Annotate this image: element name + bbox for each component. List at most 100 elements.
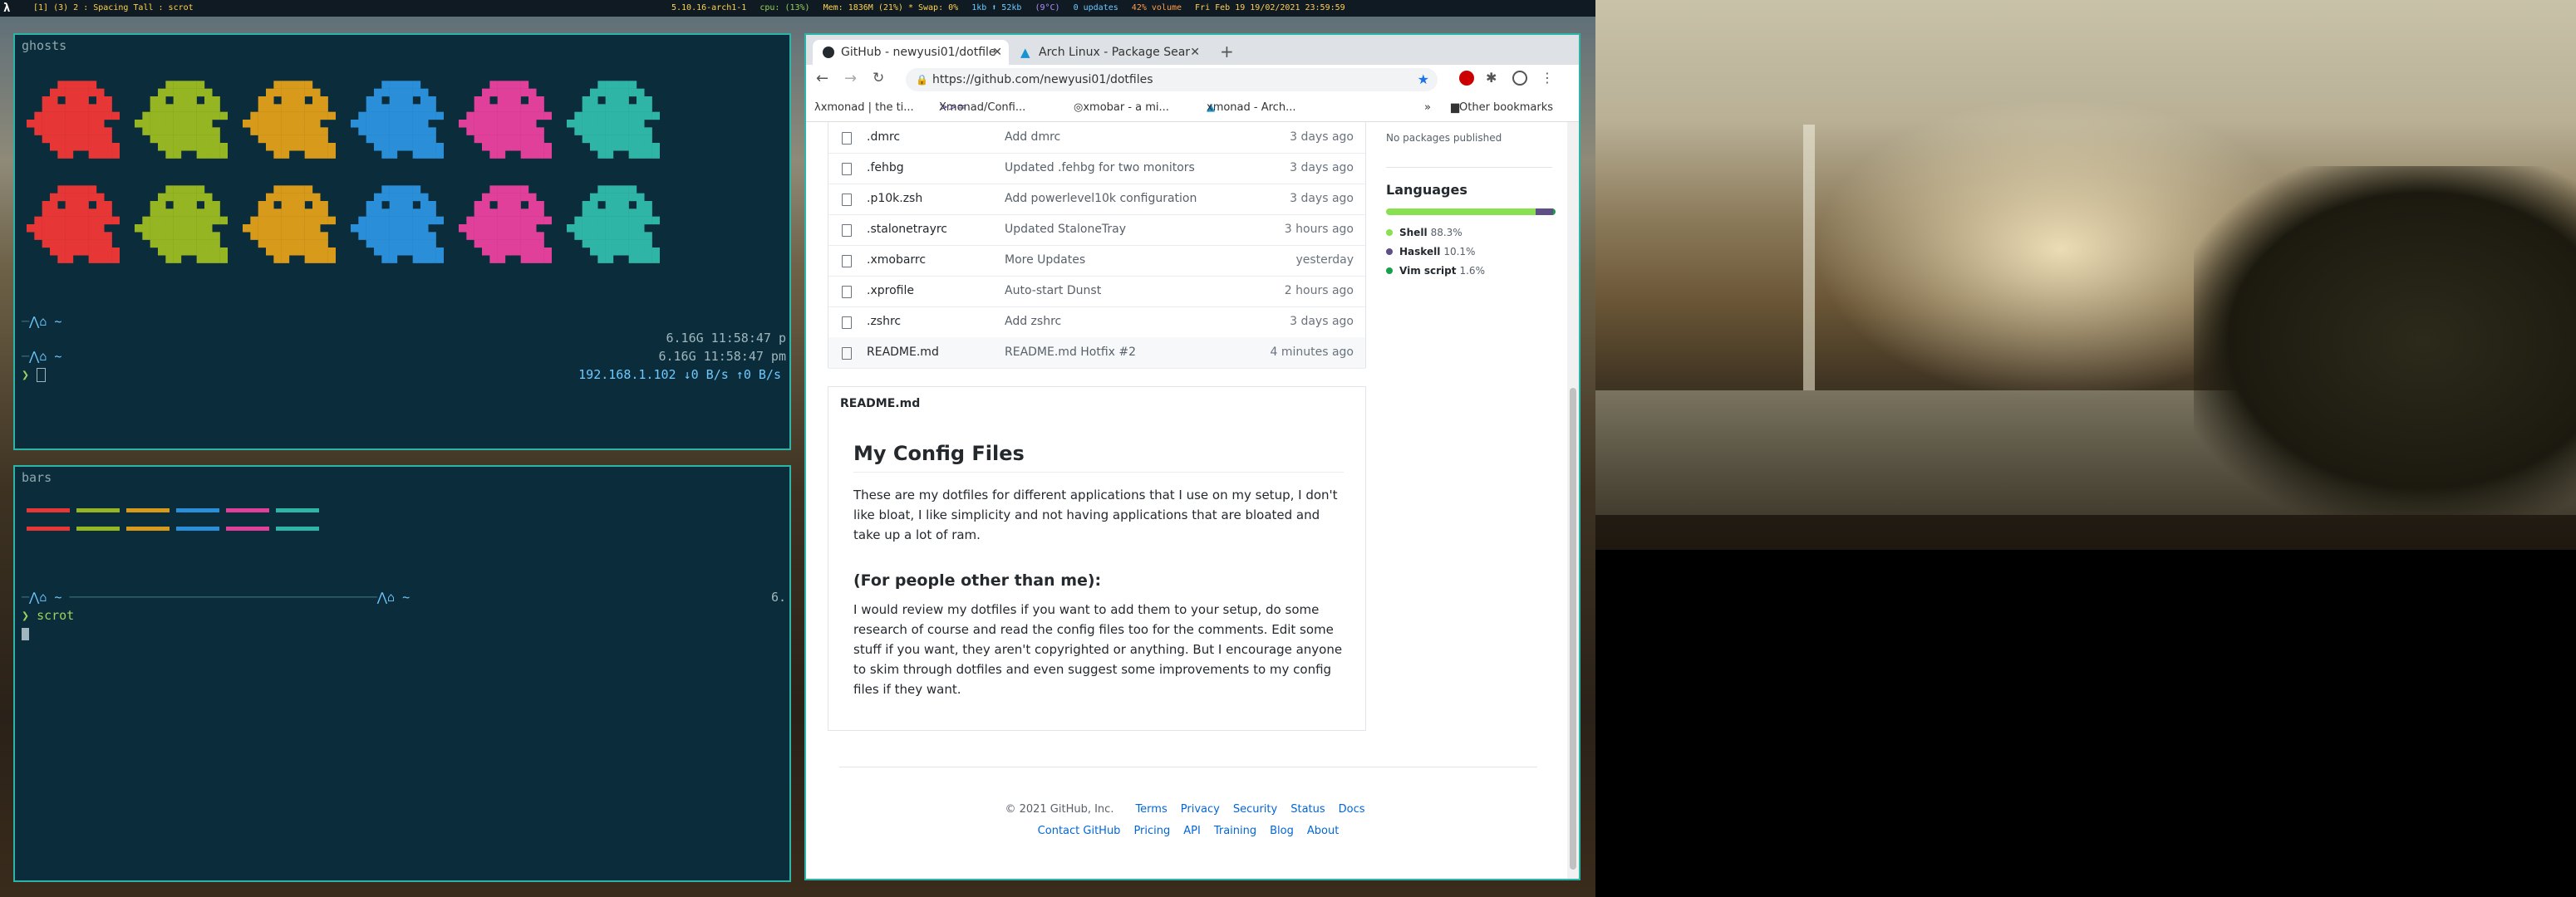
language-dot <box>1386 267 1393 274</box>
scrollbar-thumb[interactable] <box>1570 388 1576 870</box>
xmonad-logo-icon[interactable]: λ <box>3 2 17 15</box>
readme-box: README.md My Config Files These are my d… <box>828 386 1366 731</box>
bookmark-3[interactable]: ◎ xmobar - a mi... <box>1074 95 1169 121</box>
close-tab-icon[interactable]: ✕ <box>992 40 1002 65</box>
commit-time: yesterday <box>1295 253 1354 267</box>
commit-message[interactable]: Auto-start Dunst <box>1005 276 1101 306</box>
bookmark-1[interactable]: λ xmonad | the ti... <box>814 95 914 121</box>
footer-link[interactable]: About <box>1307 825 1339 837</box>
ghost-sprite <box>459 185 552 263</box>
new-tab-button[interactable]: + <box>1220 40 1234 63</box>
file-name[interactable]: .fehbg <box>867 153 904 184</box>
cursor <box>22 628 29 640</box>
file-row[interactable]: .xmobarrc More Updates yesterday <box>828 245 1365 277</box>
github-icon <box>823 47 834 58</box>
updates-count[interactable]: 0 updates <box>1074 3 1118 12</box>
color-bar <box>226 508 269 512</box>
color-bar <box>176 508 219 512</box>
footer-link[interactable]: Status <box>1290 803 1325 816</box>
file-name[interactable]: .xmobarrc <box>867 245 926 276</box>
language-dot <box>1386 229 1393 236</box>
commit-time: 3 hours ago <box>1284 223 1354 236</box>
menu-icon[interactable]: ⋮ <box>1541 70 1554 86</box>
file-row[interactable]: .fehbg Updated .fehbg for two monitors 3 d… <box>828 153 1365 184</box>
footer-link[interactable]: Terms <box>1135 803 1167 816</box>
file-row[interactable]: .xprofile Auto-start Dunst 2 hours ago <box>828 276 1365 307</box>
file-name[interactable]: .zshrc <box>867 306 901 337</box>
kernel-version: 5.10.16-arch1-1 <box>671 3 747 12</box>
other-bookmarks[interactable]: ▆ Other bookmarks <box>1451 95 1553 121</box>
file-row[interactable]: .stalonetrayrc Updated StaloneTray 3 hours… <box>828 214 1365 246</box>
footer-row-1: © 2021 GitHub, Inc. Terms Privacy Security S… <box>839 803 1537 816</box>
terminal-bars[interactable]: bars ─⋀⌂ ~ ─────────────────────────────… <box>13 465 791 882</box>
language-item[interactable]: Vim script 1.6% <box>1386 265 1485 277</box>
footer-link[interactable]: Blog <box>1270 825 1294 837</box>
ghost-sprite <box>135 185 228 263</box>
footer-link[interactable]: Pricing <box>1133 825 1170 837</box>
reload-icon[interactable]: ↻ <box>873 70 884 86</box>
wallpaper-trees <box>2194 166 2576 515</box>
footer-link[interactable]: API <box>1183 825 1201 837</box>
language-item[interactable]: Haskell 10.1% <box>1386 246 1475 257</box>
footer-link[interactable]: Security <box>1233 803 1277 816</box>
address-bar[interactable]: 🔒 https://github.com/newyusi01/dotfiles … <box>906 68 1438 91</box>
commit-message[interactable]: Updated StaloneTray <box>1005 214 1126 245</box>
file-row[interactable]: .p10k.zsh Add powerlevel10k configuration… <box>828 184 1365 215</box>
back-icon[interactable]: ← <box>816 70 828 87</box>
file-name[interactable]: .p10k.zsh <box>867 184 922 214</box>
file-name[interactable]: .dmrc <box>867 122 900 153</box>
footer-link[interactable]: Training <box>1214 825 1256 837</box>
footer-copyright: © 2021 GitHub, Inc. <box>1005 803 1114 816</box>
language-percent: 10.1% <box>1443 246 1476 257</box>
commit-message[interactable]: README.md Hotfix #2 <box>1005 337 1136 368</box>
profile-icon[interactable] <box>1512 71 1527 86</box>
file-icon <box>842 194 852 206</box>
forward-icon[interactable]: → <box>844 70 857 87</box>
language-percent: 1.6% <box>1459 265 1485 277</box>
commit-time: 3 days ago <box>1290 315 1354 328</box>
file-row[interactable]: README.md README.md Hotfix #2 4 minutes ag… <box>828 337 1365 369</box>
ghost-sprite <box>135 81 228 159</box>
file-name[interactable]: README.md <box>867 337 939 368</box>
language-item[interactable]: Shell 88.3% <box>1386 227 1463 238</box>
packages-text: No packages published <box>1386 132 1502 144</box>
commit-message[interactable]: Add powerlevel10k configuration <box>1005 184 1197 214</box>
file-name[interactable]: .stalonetrayrc <box>867 214 947 245</box>
chrome-window[interactable]: GitHub - newyusi01/dotfile ✕ ▲ Arch Linu… <box>804 33 1581 880</box>
footer-row-2: Contact GitHub Pricing API Training Blog Abou… <box>839 825 1537 837</box>
tab-arch[interactable]: ▲ Arch Linux - Package Sear ✕ <box>1010 40 1207 65</box>
prompt-line-2: ─⋀⌂ ~ <box>22 349 62 364</box>
network-speed: 1kb ⬆ 52kb <box>971 3 1022 12</box>
puzzle-icon[interactable]: ✱ <box>1486 70 1497 86</box>
close-tab-icon[interactable]: ✕ <box>1190 40 1200 65</box>
file-name[interactable]: .xprofile <box>867 276 914 306</box>
commit-message[interactable]: More Updates <box>1005 245 1085 276</box>
commit-time: 3 days ago <box>1290 192 1354 205</box>
prompt-right-1: 6.16G 11:58:47 p <box>666 331 787 346</box>
footer-link[interactable]: Privacy <box>1181 803 1220 816</box>
terminal-ghosts[interactable]: ghosts ─⋀⌂ ~ 6.16G 11:58:47 p ─⋀⌂ ~ 6.16… <box>13 33 791 450</box>
footer-link[interactable]: Contact GitHub <box>1038 825 1121 837</box>
extension-icon[interactable] <box>1459 71 1474 86</box>
file-icon <box>842 286 852 298</box>
commit-message[interactable]: Add zshrc <box>1005 306 1061 337</box>
language-dot <box>1386 248 1393 255</box>
file-row[interactable]: .zshrc Add zshrc 3 days ago <box>828 306 1365 338</box>
languages-bar <box>1386 208 1556 215</box>
color-bar <box>76 508 120 512</box>
prompt-line-1: ─⋀⌂ ~ ──────────────────────────────────… <box>22 590 410 605</box>
prompt-right-2: 6.16G 11:58:47 pm <box>658 349 786 364</box>
readme-paragraph-2: I would review my dotfiles if you want t… <box>853 602 1343 697</box>
page-scrollbar[interactable] <box>1567 122 1579 879</box>
file-row[interactable]: .dmrc Add dmrc 3 days ago <box>828 122 1365 154</box>
bookmark-star-icon[interactable]: ★ <box>1418 68 1429 91</box>
date-time: Fri Feb 19 19/02/2021 23:59:59 <box>1195 3 1345 12</box>
volume-level[interactable]: 42% volume <box>1132 3 1182 12</box>
commit-message[interactable]: Add dmrc <box>1005 122 1060 153</box>
language-percent: 88.3% <box>1430 227 1463 238</box>
footer-link[interactable]: Docs <box>1339 803 1365 816</box>
bookmarks-overflow[interactable]: » <box>1424 95 1431 121</box>
commit-message[interactable]: Updated .fehbg for two monitors <box>1005 153 1195 184</box>
language-name: Vim script <box>1399 265 1457 277</box>
tab-github[interactable]: GitHub - newyusi01/dotfile ✕ <box>813 40 1009 65</box>
